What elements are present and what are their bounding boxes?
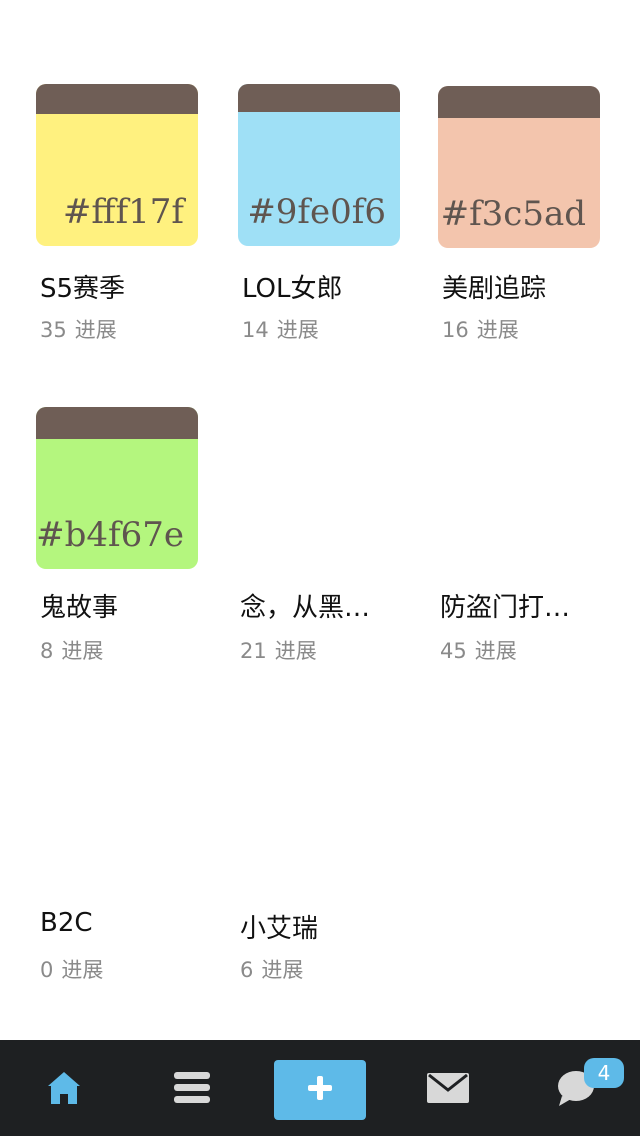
progress-count: 8 进展 [40, 635, 103, 665]
notebook-title: 念，从黑… [240, 593, 371, 623]
progress-number: 0 [40, 958, 54, 982]
notebook-card[interactable]: #b4f67e 鬼故事 8 进展 [36, 407, 206, 707]
notebook-title: 防盗门打… [440, 593, 571, 623]
progress-unit: 进展 [261, 958, 304, 982]
add-button[interactable] [274, 1060, 366, 1120]
notebook-title: 小艾瑞 [240, 914, 319, 944]
notebook-title: 美剧追踪 [442, 274, 547, 304]
home-icon [44, 1068, 84, 1112]
swatch-band [36, 407, 198, 439]
notebook-card[interactable]: 防盗门打… 45 进展 [436, 407, 606, 707]
swatch-hex-label: #9fe0f6 [247, 192, 386, 232]
list-icon [172, 1070, 212, 1110]
color-swatch: #fff17f [36, 84, 198, 246]
swatch-hex-label: #fff17f [62, 192, 184, 232]
progress-count: 0 进展 [40, 954, 103, 984]
swatch-hex-label: #f3c5ad [440, 194, 586, 234]
notebook-title: S5赛季 [40, 274, 126, 304]
color-swatch: #9fe0f6 [238, 84, 400, 246]
tab-home[interactable] [34, 1060, 94, 1120]
progress-unit: 进展 [74, 318, 117, 342]
progress-unit: 进展 [276, 318, 319, 342]
app-screen: #fff17f S5赛季 35 进展 #9fe0f6 LOL女郎 14 进展 #f3… [0, 0, 640, 1136]
plus-icon [306, 1074, 334, 1106]
progress-count: 45 进展 [440, 635, 517, 665]
progress-unit: 进展 [61, 639, 104, 663]
bottom-tab-bar: 4 [0, 1040, 640, 1136]
color-swatch: #f3c5ad [438, 86, 600, 248]
swatch-band [238, 84, 400, 112]
notebook-grid: #fff17f S5赛季 35 进展 #9fe0f6 LOL女郎 14 进展 #f3… [0, 0, 640, 1040]
notebook-card[interactable]: #9fe0f6 LOL女郎 14 进展 [238, 84, 408, 384]
notebook-card[interactable]: 念，从黑… 21 进展 [236, 407, 406, 707]
progress-unit: 进展 [61, 958, 104, 982]
notebook-card[interactable]: B2C 0 进展 [36, 726, 206, 1026]
notebook-title: B2C [40, 908, 93, 938]
progress-number: 45 [440, 639, 467, 663]
progress-number: 14 [242, 318, 269, 342]
progress-unit: 进展 [476, 318, 519, 342]
progress-unit: 进展 [474, 639, 517, 663]
tab-mail[interactable] [418, 1060, 478, 1120]
swatch-band [438, 86, 600, 118]
progress-number: 6 [240, 958, 254, 982]
progress-count: 6 进展 [240, 954, 303, 984]
notebook-card[interactable]: 小艾瑞 6 进展 [236, 726, 406, 1026]
swatch-hex-label: #b4f67e [36, 515, 184, 555]
color-swatch: #b4f67e [36, 407, 198, 569]
tab-list[interactable] [162, 1060, 222, 1120]
progress-unit: 进展 [274, 639, 317, 663]
progress-count: 16 进展 [442, 314, 519, 344]
progress-number: 21 [240, 639, 267, 663]
mail-icon [426, 1072, 470, 1108]
progress-count: 35 进展 [40, 314, 117, 344]
swatch-band [36, 84, 198, 114]
progress-count: 21 进展 [240, 635, 317, 665]
notebook-card[interactable]: #fff17f S5赛季 35 进展 [36, 84, 206, 384]
progress-number: 35 [40, 318, 67, 342]
message-count-badge: 4 [584, 1058, 624, 1088]
progress-number: 8 [40, 639, 54, 663]
notebook-card[interactable]: #f3c5ad 美剧追踪 16 进展 [438, 86, 608, 386]
notebook-title: 鬼故事 [40, 593, 119, 623]
progress-count: 14 进展 [242, 314, 319, 344]
notebook-title: LOL女郎 [242, 274, 343, 304]
progress-number: 16 [442, 318, 469, 342]
